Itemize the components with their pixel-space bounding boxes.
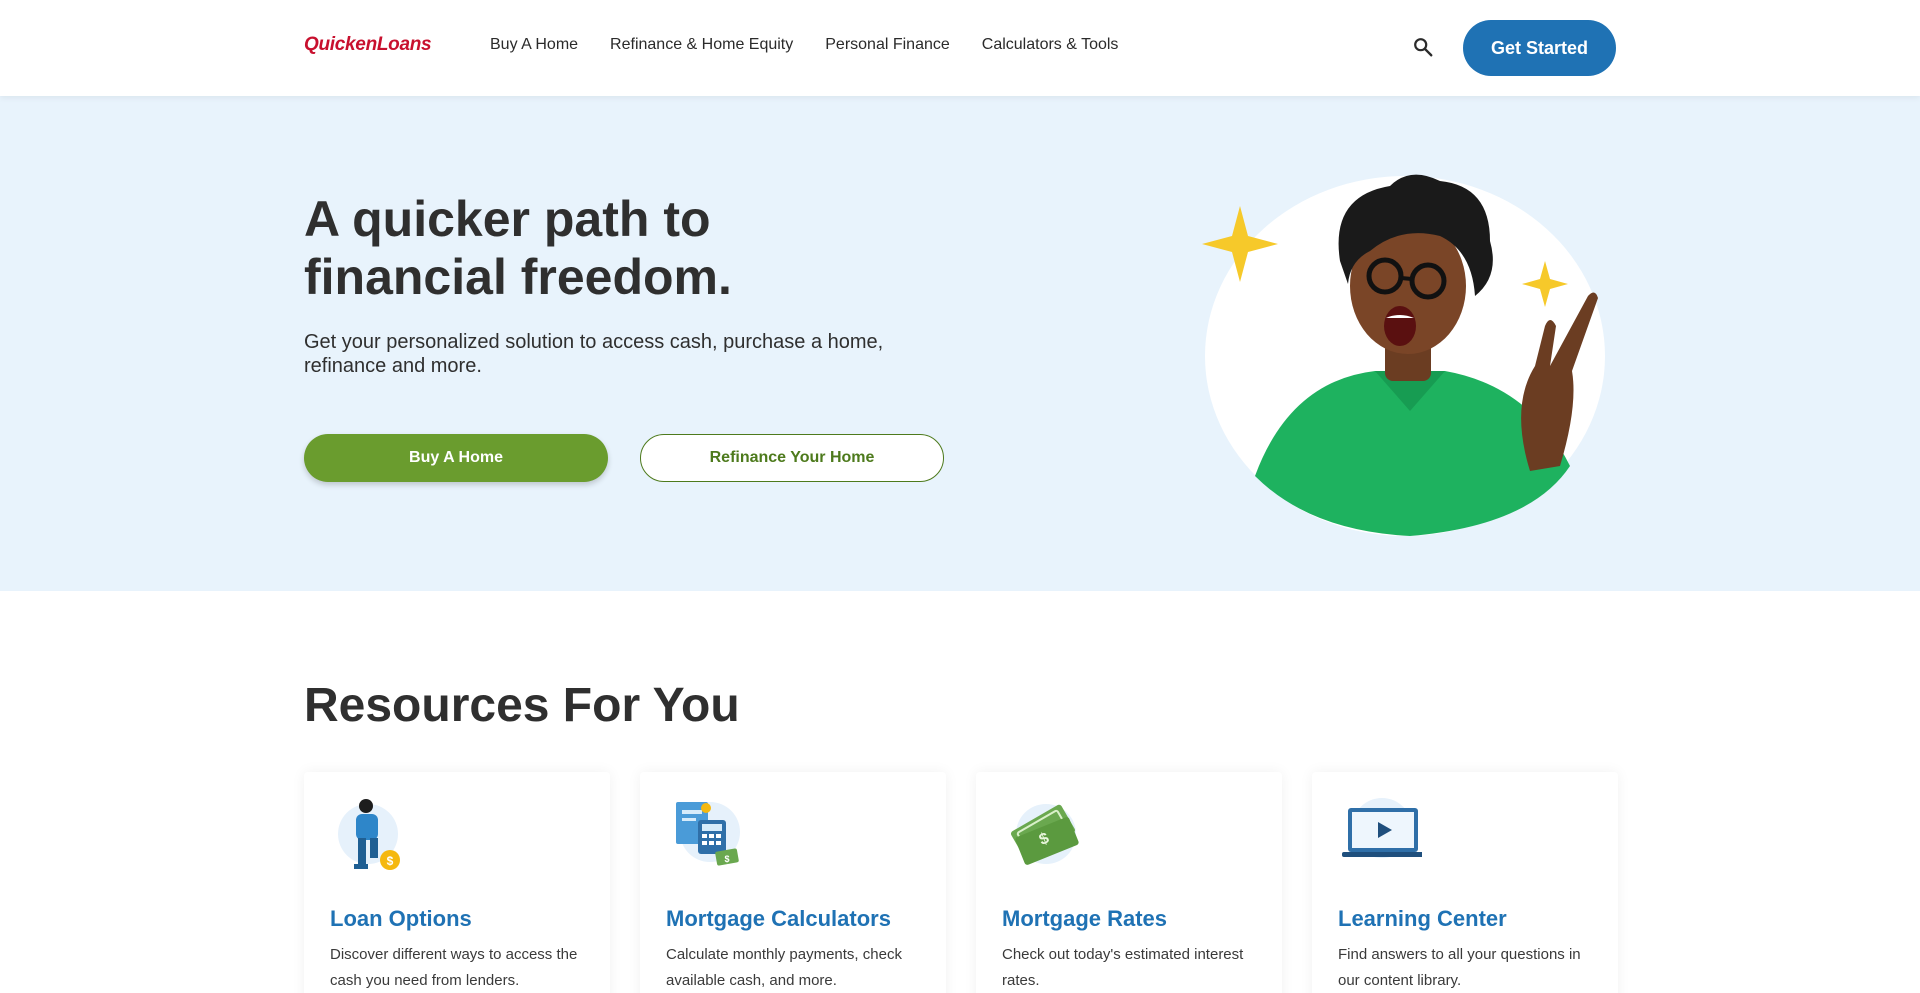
svg-text:$: $	[724, 854, 729, 864]
card-description: Calculate monthly payments, check availa…	[666, 946, 902, 989]
resource-card-loan-options[interactable]: $ Loan Options Discover different ways t…	[304, 772, 610, 993]
nav-item-calculators[interactable]: Calculators & Tools	[982, 36, 1119, 54]
laptop-play-icon	[1342, 798, 1422, 858]
hero-section: A quicker path to financial freedom. Get…	[0, 96, 1920, 591]
search-icon[interactable]	[1412, 36, 1434, 58]
hero-person-illustration	[1202, 174, 1605, 536]
card-title: Mortgage Rates	[1002, 906, 1168, 931]
resource-card-learning-center[interactable]: Learning Center Find answers to all your…	[1312, 772, 1618, 993]
nav-item-buy-a-home[interactable]: Buy A Home	[490, 36, 578, 54]
nav-item-personal-finance[interactable]: Personal Finance	[825, 36, 950, 54]
site-header: QuickenLoans Buy A Home Refinance & Home…	[0, 0, 1920, 96]
card-description: Check out today's estimated interest rat…	[1002, 946, 1244, 989]
resource-card-mortgage-rates[interactable]: $ Mortgage Rates Check out today's estim…	[976, 772, 1282, 993]
get-started-button[interactable]: Get Started	[1463, 20, 1616, 76]
hero-subtitle: Get your personalized solution to access…	[304, 331, 884, 377]
quicken-loans-logo[interactable]: QuickenLoans	[304, 34, 432, 56]
refinance-your-home-button[interactable]: Refinance Your Home	[640, 434, 944, 482]
resources-title: Resources For You	[304, 679, 740, 732]
resource-cards: $ Loan Options Discover different ways t…	[304, 772, 1618, 993]
resource-card-mortgage-calculators[interactable]: $ Mortgage Calculators Calculate monthly…	[640, 772, 946, 993]
card-description: Find answers to all your questions in ou…	[1338, 946, 1581, 989]
svg-text:$: $	[387, 854, 394, 868]
buy-a-home-button[interactable]: Buy A Home	[304, 434, 608, 482]
main-nav: Buy A Home Refinance & Home Equity Perso…	[490, 36, 1150, 54]
card-description: Discover different ways to access the ca…	[330, 946, 578, 989]
card-title: Learning Center	[1338, 906, 1507, 931]
nav-item-refinance[interactable]: Refinance & Home Equity	[610, 36, 793, 54]
card-title: Loan Options	[330, 906, 472, 931]
hero-title: A quicker path to financial freedom.	[304, 191, 732, 305]
card-title: Mortgage Calculators	[666, 906, 891, 931]
person-coin-icon: $	[338, 799, 400, 870]
money-icon: $	[1010, 804, 1079, 865]
calculator-icon: $	[676, 802, 740, 866]
